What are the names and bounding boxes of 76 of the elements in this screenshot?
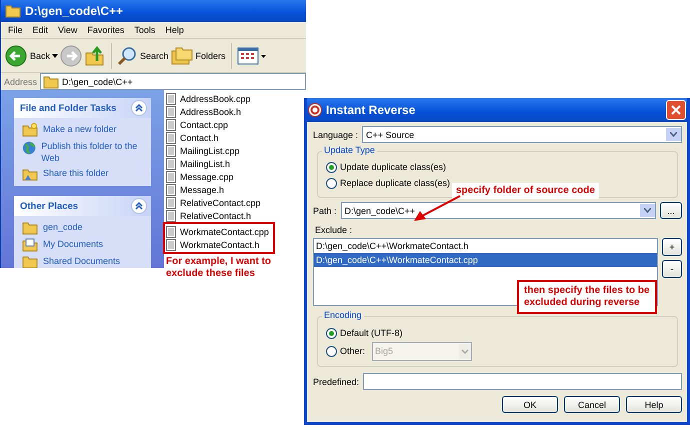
menu-item[interactable]: Help — [160, 25, 189, 35]
menu-item[interactable]: View — [53, 25, 82, 35]
file-name[interactable]: RelativeContact.h — [180, 210, 252, 220]
file-name[interactable]: RelativeContact.cpp — [180, 198, 261, 208]
file-name[interactable]: WorkmateContact.cpp — [180, 226, 269, 236]
dialog-title: Instant Reverse — [326, 103, 416, 117]
documents-folder-icon — [22, 238, 38, 252]
option-label[interactable]: Update duplicate class(es) — [340, 162, 446, 172]
views-icon[interactable] — [236, 46, 267, 66]
group-title: Update Type — [322, 145, 377, 155]
task-link[interactable]: Share this folder — [43, 167, 109, 179]
file-name[interactable]: MailingList.h — [180, 158, 230, 168]
search-icon — [117, 46, 138, 66]
menu-item[interactable]: Tools — [129, 25, 160, 35]
annotation-note: then specify the files to be excluded during reverse — [517, 280, 657, 314]
dialog-button[interactable]: OK — [502, 396, 558, 413]
list-item[interactable]: D:\gen_code\C++\WorkmateContact.cpp — [314, 253, 657, 267]
menu-item[interactable]: File — [3, 25, 28, 35]
folder-icon — [5, 4, 21, 18]
file-name[interactable]: Message.cpp — [180, 172, 234, 182]
menu-item[interactable]: Edit — [28, 25, 54, 35]
radio-button[interactable] — [326, 328, 337, 338]
app-logo-icon — [308, 103, 322, 117]
toolbar-button[interactable]: Search — [117, 46, 169, 66]
toolbar-button[interactable]: Folders — [170, 46, 226, 66]
folder-icon — [22, 221, 38, 235]
option-label[interactable]: Default (UTF-8) — [340, 328, 403, 338]
close-icon — [671, 105, 681, 115]
globe-icon — [22, 140, 36, 156]
list-item[interactable]: D:\gen_code\C++\WorkmateContact.h — [314, 239, 657, 253]
folder-up-icon[interactable] — [84, 44, 106, 66]
file-name[interactable]: WorkmateContact.h — [180, 240, 260, 250]
file-name[interactable]: Message.h — [180, 184, 224, 194]
collapse-icon[interactable] — [131, 100, 147, 116]
file-name[interactable]: MailingList.cpp — [180, 146, 240, 156]
field-label: Predefined: — [313, 376, 360, 386]
browse-button[interactable]: ... — [660, 202, 682, 219]
dialog-button[interactable]: Help — [626, 396, 682, 413]
folders-icon — [170, 46, 193, 66]
dropdown-icon — [670, 132, 677, 137]
file-name[interactable]: AddressBook.h — [180, 106, 242, 116]
file-name[interactable]: Contact.h — [180, 132, 219, 142]
option-label[interactable]: Replace duplicate class(es) — [340, 178, 450, 188]
collapse-icon[interactable] — [131, 198, 147, 214]
caret-icon[interactable] — [52, 54, 58, 58]
task-link[interactable]: Make a new folder — [43, 123, 117, 135]
language-dropdown[interactable]: C++ Source — [362, 126, 682, 143]
address-field[interactable]: D:\gen_code\C++ — [40, 73, 306, 90]
folder-icon — [22, 255, 38, 268]
dialog-button[interactable]: Cancel — [564, 396, 620, 413]
radio-button[interactable] — [326, 178, 337, 188]
annotation-note: specify folder of source code — [452, 183, 599, 199]
remove-button[interactable]: - — [662, 260, 682, 278]
path-dropdown[interactable]: D:\gen_code\C++ — [340, 202, 656, 219]
predefined-field[interactable] — [363, 373, 682, 390]
radio-button[interactable] — [326, 162, 337, 172]
file-name[interactable]: Contact.cpp — [180, 120, 228, 130]
task-link[interactable]: My Documents — [43, 238, 104, 250]
close-button[interactable] — [666, 100, 686, 120]
dropdown-icon — [644, 208, 651, 213]
toolbar-button[interactable]: Back — [5, 44, 50, 66]
field-label: Exclude : — [315, 225, 354, 235]
field-label: Language : — [313, 130, 358, 140]
new-folder-icon — [22, 123, 38, 137]
task-link[interactable]: Shared Documents — [43, 255, 120, 267]
file-name[interactable]: AddressBook.cpp — [180, 94, 251, 104]
field-label: Path : — [313, 206, 337, 216]
add-button[interactable]: + — [662, 238, 682, 256]
task-link[interactable]: Publish this folder to the Web — [41, 140, 145, 164]
menu-item[interactable]: Favorites — [82, 25, 130, 35]
task-link[interactable]: gen_code — [43, 221, 83, 233]
dropdown-icon — [459, 344, 472, 358]
window-title: D:\gen_code\C++ — [25, 4, 124, 18]
group-title: Encoding — [322, 310, 364, 320]
shared-folder-icon — [22, 167, 38, 181]
address-label: Address — [4, 76, 38, 86]
